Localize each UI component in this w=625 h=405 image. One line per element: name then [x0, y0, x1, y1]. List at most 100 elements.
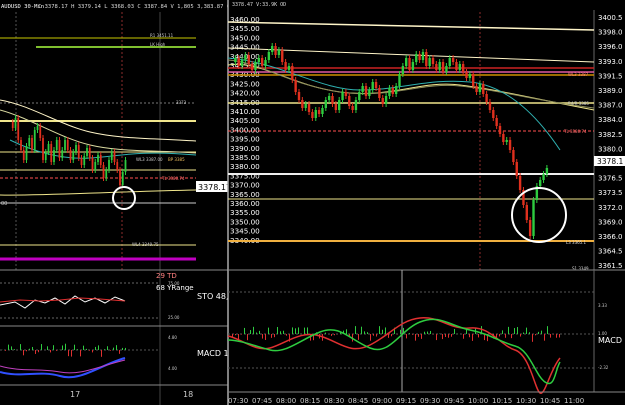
candle-body [36, 126, 39, 130]
candle-body [264, 60, 267, 66]
left-macd-panel[interactable]: 4.80 4.00 MACD 12 17 18 [0, 325, 234, 399]
macd-bar [50, 350, 51, 353]
candle-body [317, 110, 321, 114]
left-axis-tick: 3425.00 [230, 79, 260, 88]
candle-body [371, 82, 374, 90]
left-mid-axis-label: 3373 [176, 100, 187, 105]
right-axis-tick: 3382.5 [598, 131, 623, 139]
left-axis-tick: 3375.00 [230, 171, 260, 180]
macd-bar [125, 347, 126, 350]
right-chart-panel[interactable]: 3378.47 V:33.9K OD 3460.003455.003450.00… [227, 0, 625, 405]
candle-body [458, 64, 461, 70]
macd-bar [511, 334, 512, 339]
candle-body [113, 152, 116, 162]
candle-body [448, 58, 451, 66]
macd-bar [556, 334, 557, 338]
macd-bar [391, 334, 392, 337]
left-sto-25: 25.00 [168, 315, 180, 320]
macd-bar [304, 327, 305, 334]
time-tick: 08:15 [300, 397, 320, 405]
macd-bar [430, 330, 431, 334]
left-sto-panel[interactable]: 75.00 25.00 STO 48, [0, 269, 230, 320]
candle-body [475, 86, 478, 92]
macd-bar [382, 329, 383, 334]
right-axis-tick: 3400.5 [598, 14, 623, 22]
candle-body [472, 74, 475, 86]
macd-bar [370, 334, 371, 341]
right-l3-label: L3 3365.1 [566, 240, 586, 245]
right-axis-tick: 3364.5 [598, 248, 623, 256]
macd-bar [508, 326, 509, 334]
candle-body [411, 62, 415, 70]
macd-bar [550, 334, 551, 338]
candle-body [431, 58, 435, 64]
right-axis-tick: 3398.0 [598, 29, 623, 37]
left-axis-tick: 3405.00 [230, 116, 260, 125]
candle-body [361, 86, 364, 92]
right-macd-tick-3: -2.32 [598, 365, 609, 370]
macd-bar [274, 334, 275, 338]
candle-body [260, 58, 264, 66]
macd-bar [35, 350, 36, 354]
macd-bar [307, 327, 308, 334]
candle-body [53, 150, 55, 162]
macd-bar [26, 350, 27, 352]
macd-bar [535, 334, 536, 336]
macd-bar [421, 334, 422, 339]
macd-bar [454, 328, 455, 334]
time-tick: 10:15 [492, 397, 512, 405]
candle-body [505, 140, 508, 142]
left-axis-tick: 3365.00 [230, 190, 260, 199]
macd-bar [376, 334, 377, 337]
candle-body [451, 58, 455, 62]
macd-bar [532, 334, 533, 342]
macd-bar [56, 350, 57, 351]
candle-body [394, 86, 398, 94]
left-sto-75: 75.00 [168, 281, 180, 286]
macd-bar [400, 329, 401, 334]
macd-bar [71, 350, 72, 357]
candle-body [281, 50, 284, 62]
left-axis-tick: 3345.00 [230, 227, 260, 236]
macd-bar [409, 333, 410, 334]
macd-bar [292, 327, 293, 334]
macd-bar [523, 332, 524, 334]
candle-body [435, 64, 438, 70]
candle-body [234, 58, 237, 62]
candle-body [384, 96, 388, 104]
right-macd-tick-2: 1.00 [598, 331, 607, 336]
candle-body [244, 55, 247, 60]
candle-body [478, 84, 482, 92]
candle-body [297, 92, 301, 100]
candle-body [94, 162, 97, 170]
macd-bar [442, 334, 443, 340]
macd-bar [110, 350, 111, 351]
candle-body [108, 160, 110, 170]
macd-bar [424, 331, 425, 334]
macd-bar [241, 334, 242, 335]
right-axis-tick: 3396.0 [598, 43, 623, 51]
candle-body [518, 176, 522, 190]
candle-body [545, 168, 549, 174]
candle-body [291, 66, 294, 80]
macd-bar [364, 331, 365, 334]
macd-bar [62, 345, 63, 350]
candle-body [247, 55, 250, 64]
macd-bar [271, 334, 272, 338]
left-axis-tick: 3400.00 [230, 125, 260, 134]
left-axis-tick: 3445.00 [230, 43, 260, 52]
candle-body [512, 150, 515, 162]
candle-body [542, 174, 545, 180]
candle-body [97, 155, 99, 162]
macd-bar [107, 346, 108, 350]
left-axis-tick: 3390.00 [230, 144, 260, 153]
candle-body [408, 58, 411, 70]
macd-bar [448, 334, 449, 338]
left-price-badge: 3378.17 [198, 183, 231, 192]
candle-body [119, 170, 121, 185]
candle-body [307, 104, 311, 112]
macd-bar [23, 350, 24, 356]
candle-body [398, 74, 401, 86]
candle-body [498, 126, 502, 134]
candle-body [331, 96, 334, 104]
